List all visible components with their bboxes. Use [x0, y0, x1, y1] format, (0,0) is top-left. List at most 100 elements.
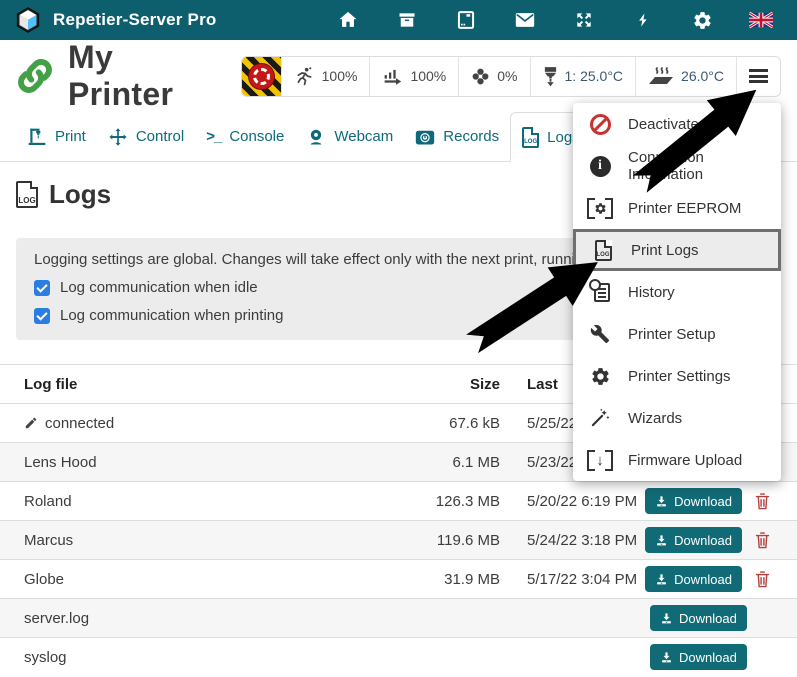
logs-icon	[522, 127, 539, 148]
menu-item-label: Print Logs	[631, 242, 699, 259]
speed-chip[interactable]: 100%	[281, 57, 370, 96]
log-file-date: 5/17/22 3:04 PM	[500, 571, 650, 588]
flow-chip[interactable]: 100%	[369, 57, 458, 96]
menu-item-label: Printer EEPROM	[628, 200, 741, 217]
tab-records[interactable]: Records	[404, 112, 510, 161]
menu-item-printer-eeprom[interactable]: Printer EEPROM	[573, 187, 781, 229]
console-icon: >_	[206, 128, 221, 145]
print-logs-icon	[590, 240, 616, 261]
records-icon	[415, 128, 435, 146]
firmware-chip-icon: ↓	[587, 450, 613, 471]
download-button[interactable]: Download	[645, 527, 742, 553]
log-file-name: connected	[45, 415, 114, 432]
table-row: Roland 126.3 MB 5/20/22 6:19 PM Download	[0, 481, 797, 520]
fan-value: 0%	[497, 68, 517, 84]
tab-label: Print	[55, 128, 86, 145]
fan-icon	[471, 67, 490, 86]
expand-icon[interactable]	[572, 8, 596, 32]
bed-temp-value: 26.0°C	[681, 68, 724, 84]
log-file-date: 5/24/22 3:18 PM	[500, 532, 650, 549]
hamburger-menu-icon	[749, 69, 768, 83]
heated-bed-icon	[648, 66, 674, 86]
page-title-text: Logs	[49, 179, 111, 210]
menu-item-label: History	[628, 284, 675, 301]
menu-item-printer-setup[interactable]: Printer Setup	[573, 313, 781, 355]
archive-box-icon[interactable]	[395, 8, 419, 32]
checkbox-label: Log communication when printing	[60, 307, 283, 324]
menu-item-print-logs[interactable]: Print Logs	[573, 229, 781, 271]
menu-item-label: Printer Settings	[628, 368, 731, 385]
log-file-name: Roland	[24, 493, 72, 510]
menu-item-printer-settings[interactable]: Printer Settings	[573, 355, 781, 397]
magic-wand-icon	[587, 408, 613, 428]
printer-name: My Printer	[68, 39, 227, 113]
bed-temp-chip[interactable]: 26.0°C	[635, 57, 736, 96]
col-header-logfile: Log file	[24, 376, 405, 393]
eeprom-chip-icon	[587, 198, 613, 219]
log-file-name: Lens Hood	[24, 454, 97, 471]
flow-value: 100%	[410, 68, 446, 84]
menu-item-history[interactable]: History	[573, 271, 781, 313]
menu-item-label: Deactivate	[628, 116, 699, 133]
repetier-logo-icon	[14, 6, 42, 34]
home-icon[interactable]	[336, 8, 360, 32]
log-file-size: 67.6 kB	[405, 415, 500, 432]
menu-item-wizards[interactable]: Wizards	[573, 397, 781, 439]
print-queue-icon[interactable]	[454, 8, 478, 32]
connection-link-icon	[16, 57, 54, 95]
delete-trash-icon[interactable]	[754, 492, 771, 511]
table-row: Marcus 119.6 MB 5/24/22 3:18 PM Download	[0, 520, 797, 559]
edit-pencil-icon	[24, 416, 38, 430]
printer-header: My Printer 100% 100% 0%	[0, 40, 797, 112]
print-icon	[27, 127, 47, 147]
checkbox-label: Log communication when idle	[60, 279, 258, 296]
download-button[interactable]: Download	[645, 566, 742, 592]
checkbox-checked-icon[interactable]	[34, 308, 50, 324]
menu-item-label: Wizards	[628, 410, 682, 427]
tab-print[interactable]: Print	[16, 112, 97, 161]
col-header-size: Size	[405, 376, 500, 393]
language-flag-icon[interactable]	[749, 8, 773, 32]
menu-item-connection-information[interactable]: Connection Information	[573, 145, 781, 187]
settings-gear-icon[interactable]	[690, 8, 714, 32]
fan-chip[interactable]: 0%	[458, 57, 529, 96]
log-file-date: 5/20/22 6:19 PM	[500, 493, 650, 510]
delete-trash-icon[interactable]	[754, 531, 771, 550]
history-icon	[587, 283, 613, 302]
download-button[interactable]: Download	[650, 605, 747, 631]
logs-icon	[16, 181, 38, 208]
navbar-icons	[336, 8, 783, 32]
top-navbar: Repetier-Server Pro	[0, 0, 797, 40]
app-title: Repetier-Server Pro	[53, 10, 216, 30]
log-file-name: server.log	[24, 610, 89, 627]
log-file-name: Marcus	[24, 532, 73, 549]
tab-webcam[interactable]: Webcam	[295, 112, 404, 161]
tab-console[interactable]: >_ Console	[195, 112, 295, 161]
log-file-name: syslog	[24, 649, 67, 666]
log-file-size: 126.3 MB	[405, 493, 500, 510]
download-button[interactable]: Download	[650, 644, 747, 670]
webcam-icon	[306, 127, 326, 147]
delete-trash-icon[interactable]	[754, 570, 771, 589]
table-row: server.log Download	[0, 598, 797, 637]
menu-item-deactivate[interactable]: Deactivate	[573, 103, 781, 145]
extruder-temp-chip[interactable]: 1: 25.0°C	[530, 57, 636, 96]
printer-menu-dropdown: Deactivate Connection Information Printe…	[573, 103, 781, 481]
printer-menu-button[interactable]	[736, 57, 780, 96]
printer-status-bar: 100% 100% 0% 1: 25.0°C 26.0°C	[241, 56, 781, 97]
speed-value: 100%	[322, 68, 358, 84]
checkbox-checked-icon[interactable]	[34, 280, 50, 296]
log-file-size: 6.1 MB	[405, 454, 500, 471]
menu-item-firmware-upload[interactable]: ↓ Firmware Upload	[573, 439, 781, 481]
info-icon	[587, 156, 613, 177]
emergency-stop-button[interactable]	[242, 57, 280, 96]
log-file-name: Globe	[24, 571, 64, 588]
download-button[interactable]: Download	[645, 488, 742, 514]
control-icon	[108, 127, 128, 147]
tab-label: Records	[443, 128, 499, 145]
power-icon[interactable]	[631, 8, 655, 32]
tab-control[interactable]: Control	[97, 112, 195, 161]
tab-label: Webcam	[334, 128, 393, 145]
messages-icon[interactable]	[513, 8, 537, 32]
menu-item-label: Firmware Upload	[628, 452, 742, 469]
